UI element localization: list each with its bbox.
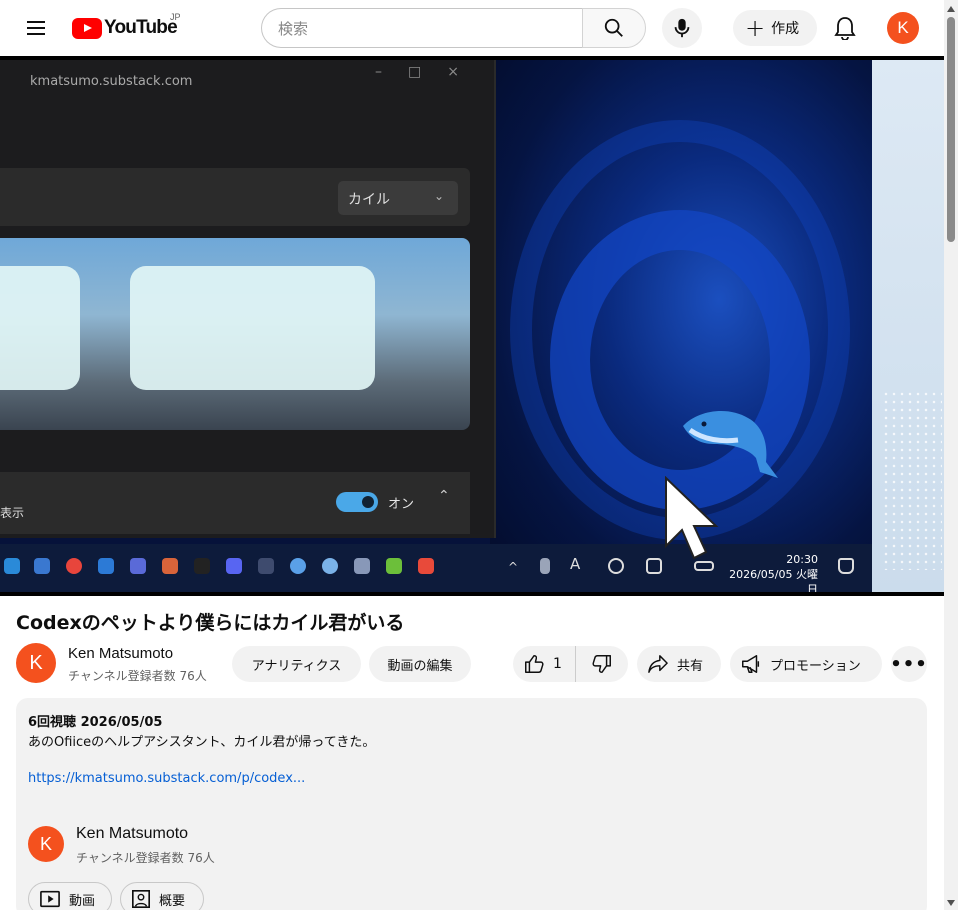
- search-input[interactable]: 検索: [261, 8, 583, 48]
- app-icon: [386, 558, 402, 574]
- videos-button[interactable]: 動画: [28, 882, 112, 910]
- search-button[interactable]: [582, 8, 646, 48]
- app-icon: [608, 558, 624, 574]
- taskbar-clock: 20:30 2026/05/05 火曜日: [728, 552, 818, 592]
- font-icon: A: [570, 555, 581, 573]
- app-icon: [418, 558, 434, 574]
- dislike-button[interactable]: [576, 646, 628, 682]
- preview-card: [0, 266, 80, 390]
- settings-window: kmatsumo.substack.com –□× カイル ⌄ オン ⌃ 表示: [0, 60, 496, 538]
- chevron-up-icon: ^: [508, 560, 519, 574]
- app-icon: [290, 558, 306, 574]
- scroll-down-arrow-icon[interactable]: [947, 900, 955, 906]
- preview-card: [130, 266, 375, 390]
- battery-icon: [694, 561, 714, 571]
- channel-subscribers: チャンネル登録者数 76人: [68, 669, 207, 683]
- video-icon: [40, 890, 60, 908]
- bell-icon: [834, 17, 856, 40]
- about-label: 概要: [159, 893, 186, 909]
- account-avatar[interactable]: K: [887, 12, 919, 44]
- more-actions-button[interactable]: •••: [890, 646, 927, 682]
- character-dropdown: カイル ⌄: [338, 181, 458, 215]
- clock-date: 2026/05/05 火曜日: [729, 568, 818, 592]
- mic-icon: [540, 558, 550, 574]
- share-button[interactable]: 共有: [637, 646, 721, 682]
- promotion-label: プロモーション: [770, 658, 861, 674]
- chrome-icon: [66, 558, 82, 574]
- description-text: あのOfiiceのヘルプアシスタント、カイル君が帰ってきた。: [28, 735, 376, 750]
- app-icon: [194, 558, 210, 574]
- dolphin-icon: [683, 411, 778, 478]
- video-frame: kmatsumo.substack.com –□× カイル ⌄ オン ⌃ 表示: [0, 60, 944, 592]
- description-channel-name[interactable]: Ken Matsumoto: [76, 825, 188, 843]
- masthead: YouTube JP 検索 + 作成 K: [0, 0, 944, 56]
- view-stats: 6回視聴 2026/05/05: [28, 715, 163, 730]
- create-button[interactable]: + 作成: [733, 10, 817, 46]
- share-icon: [648, 655, 668, 673]
- promotion-button[interactable]: プロモーション: [730, 646, 882, 682]
- dropdown-value: カイル: [348, 192, 390, 208]
- window-url: kmatsumo.substack.com: [30, 74, 193, 89]
- side-label: 表示: [0, 506, 25, 520]
- monitor-icon: [646, 558, 662, 574]
- portrait-icon: [132, 890, 150, 908]
- toggle-switch: [336, 492, 378, 512]
- description-channel-subscribers: チャンネル登録者数 76人: [76, 851, 215, 865]
- like-button[interactable]: 1: [513, 646, 576, 682]
- youtube-logo[interactable]: YouTube: [72, 16, 178, 40]
- logo-text: YouTube: [104, 17, 178, 38]
- megaphone-icon: [742, 655, 760, 673]
- clock-time: 20:30: [786, 553, 818, 566]
- notifications-button[interactable]: [826, 9, 864, 47]
- bell-icon: [838, 558, 854, 574]
- video-player[interactable]: kmatsumo.substack.com –□× カイル ⌄ オン ⌃ 表示: [0, 56, 944, 596]
- videos-label: 動画: [69, 893, 96, 909]
- description-channel-avatar[interactable]: K: [28, 826, 64, 862]
- app-icon: [34, 558, 50, 574]
- channel-name[interactable]: Ken Matsumoto: [68, 645, 173, 662]
- app-icon: [130, 558, 146, 574]
- video-title: Codexのペットより僕らにはカイル君がいる: [16, 612, 405, 634]
- window-controls: –□×: [375, 64, 485, 80]
- description-box[interactable]: 6回視聴 2026/05/05 あのOfiiceのヘルプアシスタント、カイル君が…: [16, 698, 927, 910]
- app-icon: [258, 558, 274, 574]
- cursor-icon: [665, 476, 719, 560]
- toggle-label: オン: [388, 497, 415, 512]
- scroll-up-arrow-icon[interactable]: [947, 6, 955, 12]
- app-icon: [322, 558, 338, 574]
- search-icon: [604, 18, 623, 37]
- about-button[interactable]: 概要: [120, 882, 204, 910]
- share-label: 共有: [677, 658, 704, 674]
- plus-icon: +: [745, 14, 766, 42]
- logo-region: JP: [170, 12, 181, 22]
- discord-icon: [226, 558, 242, 574]
- menu-icon[interactable]: [18, 14, 54, 42]
- scrollbar-thumb[interactable]: [947, 17, 955, 242]
- page-scrollbar[interactable]: [944, 0, 958, 910]
- voice-search-button[interactable]: [662, 8, 702, 48]
- analytics-button[interactable]: アナリティクス: [232, 646, 361, 682]
- gear-icon: [354, 558, 370, 574]
- edge-icon: [4, 558, 20, 574]
- app-icon: [162, 558, 178, 574]
- vscode-icon: [98, 558, 114, 574]
- channel-avatar[interactable]: K: [16, 643, 56, 683]
- preview-image: [0, 238, 470, 430]
- edit-video-button[interactable]: 動画の編集: [369, 646, 471, 682]
- chevron-up-icon: ⌃: [438, 488, 450, 504]
- thumbs-up-icon: [525, 655, 544, 673]
- thumbs-down-icon: [592, 655, 611, 673]
- chevron-down-icon: ⌄: [433, 189, 444, 203]
- create-label: 作成: [771, 21, 800, 37]
- search-bar: 検索: [261, 8, 646, 48]
- mic-icon: [674, 18, 690, 38]
- side-panel: [872, 60, 944, 592]
- play-logo-icon: [72, 17, 102, 39]
- like-count: 1: [553, 656, 562, 672]
- like-dislike-group: 1: [513, 646, 628, 682]
- description-link[interactable]: https://kmatsumo.substack.com/p/codex...: [28, 771, 305, 786]
